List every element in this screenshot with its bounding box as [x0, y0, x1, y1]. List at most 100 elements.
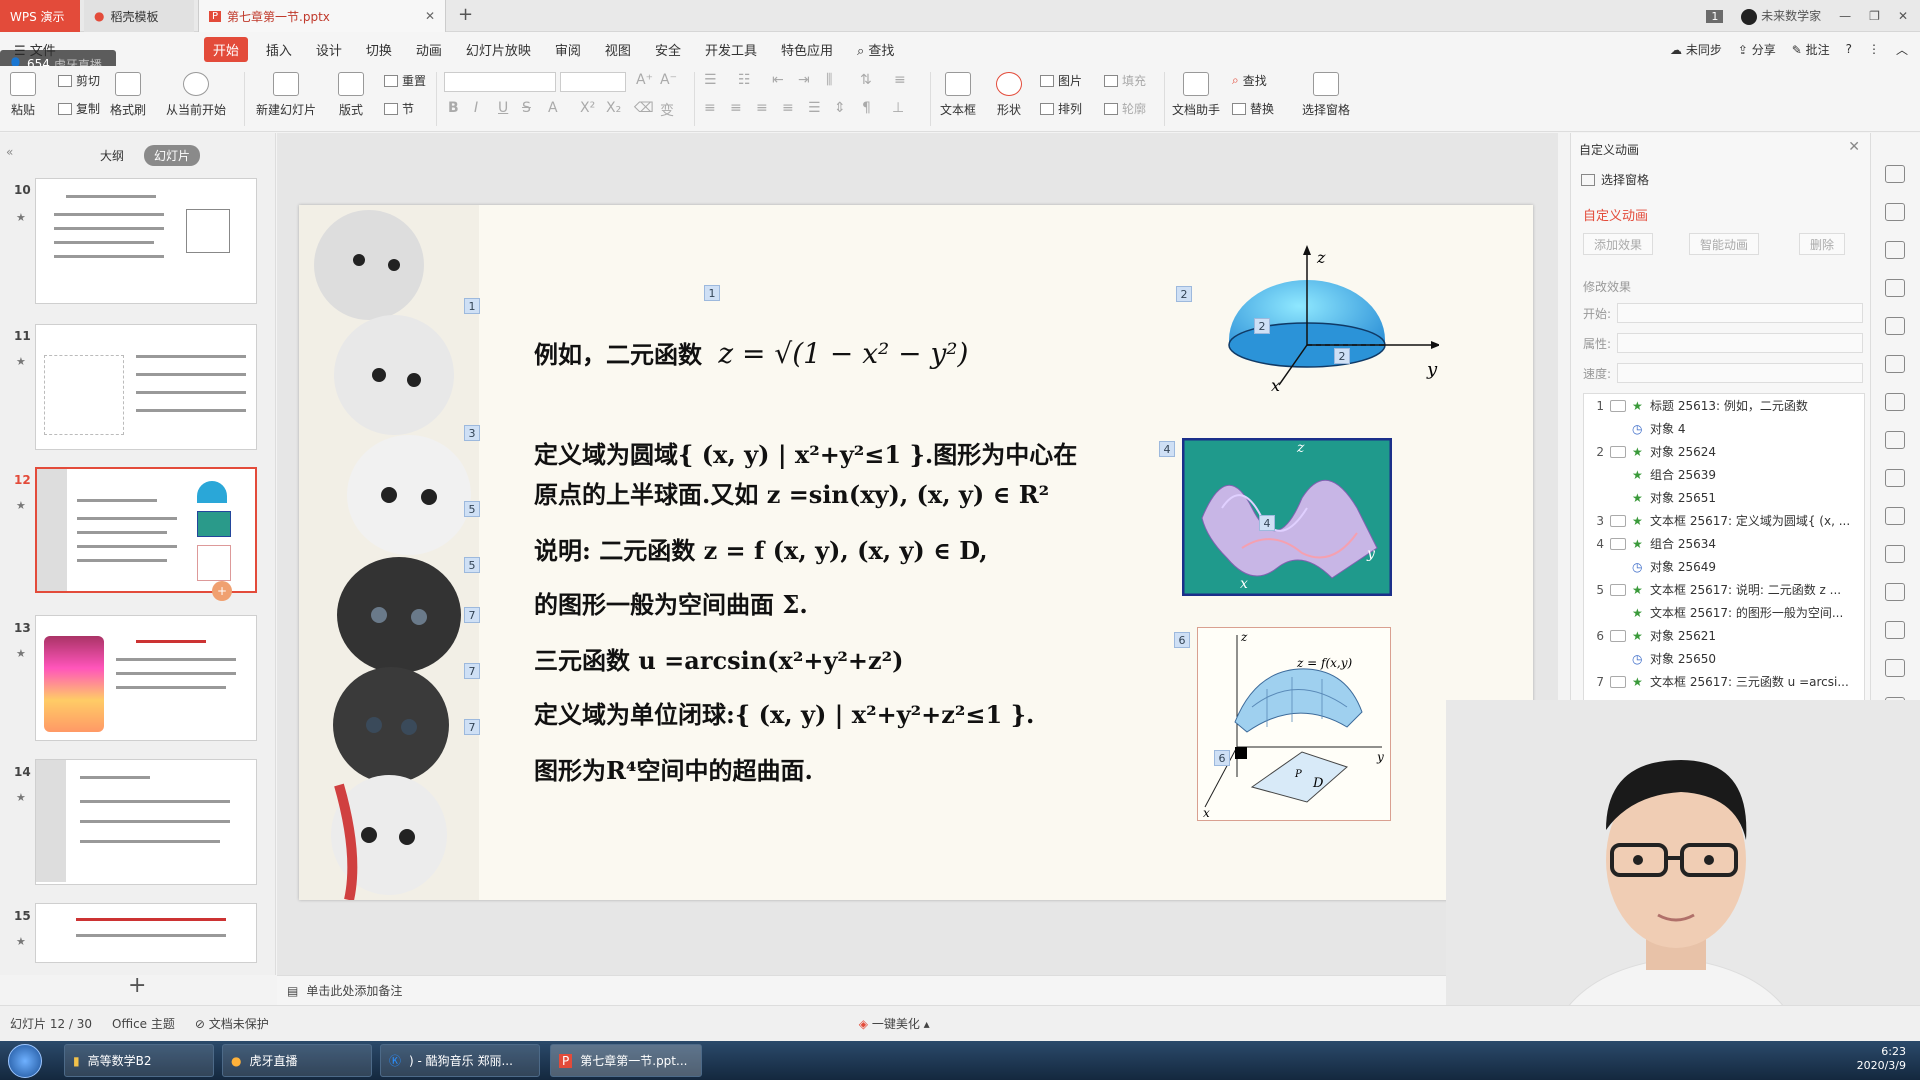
- delete-effect-button[interactable]: 删除: [1799, 233, 1846, 255]
- slide-thumbnail-13[interactable]: [35, 615, 257, 741]
- close-tab-icon[interactable]: ✕: [425, 9, 435, 23]
- export-icon[interactable]: [1885, 507, 1905, 525]
- taskbar-item-kugou[interactable]: Ⓚ) - 酷狗音乐 郑丽...: [380, 1044, 540, 1077]
- doc-helper-button[interactable]: 文档助手: [1172, 72, 1220, 118]
- indent-icon[interactable]: ⇥: [798, 72, 810, 88]
- tab-outline[interactable]: 大纲: [90, 145, 134, 166]
- animation-item[interactable]: 2 ★ 对象 25624: [1584, 440, 1864, 463]
- animation-item[interactable]: 5 ★ 文本框 25617: 说明: 二元函数 z ...: [1584, 578, 1864, 601]
- font-family-select[interactable]: [444, 72, 556, 92]
- columns-icon[interactable]: ⫼: [826, 72, 832, 88]
- share-button[interactable]: ⇪ 分享: [1738, 41, 1776, 58]
- sync-status[interactable]: ☁ 未同步: [1670, 41, 1722, 58]
- more-icon[interactable]: ⋮: [1868, 42, 1880, 56]
- animation-item[interactable]: 3 ★ 文本框 25617: 定义域为圆域{ (x, ...: [1584, 509, 1864, 532]
- picture-button[interactable]: 图片: [1040, 72, 1082, 89]
- slide-thumbnail-15[interactable]: [35, 903, 257, 963]
- add-effect-button[interactable]: 添加效果: [1583, 233, 1654, 255]
- restore-icon[interactable]: ❐: [1869, 9, 1880, 23]
- add-slide-button[interactable]: +: [128, 973, 146, 998]
- slide-thumbnail-10[interactable]: [35, 178, 257, 304]
- shrink-font-icon[interactable]: A⁻: [660, 72, 677, 88]
- tab-template[interactable]: ● 稻壳模板: [84, 0, 194, 32]
- menu-animation[interactable]: 动画: [404, 40, 454, 59]
- animation-item[interactable]: ◷ 对象 25650: [1584, 647, 1864, 670]
- line-spacing-icon[interactable]: ≡: [894, 72, 906, 88]
- notification-badge[interactable]: 1: [1706, 9, 1724, 23]
- cut-button[interactable]: 剪切: [58, 72, 100, 89]
- textbox-button[interactable]: 文本框: [940, 72, 976, 118]
- select-pane-button[interactable]: 选择窗格: [1302, 72, 1350, 118]
- help-icon[interactable]: ?: [1846, 42, 1852, 56]
- menu-slideshow[interactable]: 幻灯片放映: [454, 40, 543, 59]
- play-from-current-button[interactable]: 从当前开始: [166, 72, 226, 118]
- new-tab-button[interactable]: +: [458, 4, 473, 25]
- animation-item[interactable]: 7 ★ 文本框 25617: 三元函数 u =arcsi...: [1584, 670, 1864, 693]
- menu-search[interactable]: ⌕ 查找: [845, 40, 906, 59]
- font-size-select[interactable]: [560, 72, 626, 92]
- align-center-icon[interactable]: ≡: [730, 100, 742, 116]
- shield-icon[interactable]: [1885, 659, 1905, 677]
- animation-item[interactable]: ★ 对象 25651: [1584, 486, 1864, 509]
- box-icon[interactable]: [1885, 545, 1905, 563]
- tab-wps-app[interactable]: WPS 演示: [0, 0, 80, 32]
- clear-format-icon[interactable]: ⌫: [634, 100, 654, 116]
- replace-button[interactable]: 替换: [1232, 100, 1274, 117]
- section-button[interactable]: 节: [384, 100, 414, 117]
- system-tray[interactable]: 6:23 2020/3/9: [1857, 1045, 1906, 1073]
- reset-button[interactable]: 重置: [384, 72, 426, 89]
- start-button[interactable]: [8, 1044, 42, 1078]
- picture-icon[interactable]: [1885, 583, 1905, 601]
- comment-button[interactable]: ✎ 批注: [1792, 41, 1830, 58]
- menu-security[interactable]: 安全: [643, 40, 693, 59]
- taskbar-item-huya[interactable]: ● 虎牙直播: [222, 1044, 372, 1077]
- taskbar-item-wps[interactable]: P 第七章第一节.ppt...: [550, 1044, 702, 1077]
- find-button[interactable]: ⌕ 查找: [1232, 72, 1267, 89]
- start-select[interactable]: [1617, 303, 1863, 323]
- copy-button[interactable]: 复制: [58, 100, 100, 117]
- menu-insert[interactable]: 插入: [254, 40, 304, 59]
- notes-bar[interactable]: ▤ 单击此处添加备注: [277, 975, 1558, 1005]
- bullet-list-icon[interactable]: ☰: [704, 72, 717, 88]
- align-right-icon[interactable]: ≡: [756, 100, 768, 116]
- animation-item[interactable]: 1 ★ 标题 25613: 例如，二元函数: [1584, 394, 1864, 417]
- char-spacing-icon[interactable]: 变: [660, 100, 674, 120]
- property-select[interactable]: [1617, 333, 1863, 353]
- superscript-icon[interactable]: X²: [580, 100, 595, 116]
- slide-canvas[interactable]: 1 1 例如，二元函数 z = √(1 − x² − y²) 3 定义域为圆域{…: [299, 205, 1533, 900]
- collapse-panel-icon[interactable]: «: [6, 145, 13, 159]
- layers-icon[interactable]: [1885, 203, 1905, 221]
- shape-button[interactable]: 形状: [996, 72, 1022, 118]
- select-pane-link[interactable]: 选择窗格: [1581, 171, 1649, 188]
- arrange-button[interactable]: 排列: [1040, 100, 1082, 117]
- add-slide-icon[interactable]: +: [212, 581, 232, 601]
- user-account[interactable]: 未来数学家: [1741, 7, 1821, 25]
- text-direction-icon[interactable]: ⇅: [860, 72, 872, 88]
- chart-icon[interactable]: [1885, 393, 1905, 411]
- new-slide-button[interactable]: 新建幻灯片: [256, 72, 316, 118]
- minimize-icon[interactable]: —: [1839, 9, 1851, 23]
- shape-style-icon[interactable]: [1885, 241, 1905, 259]
- fill-bucket-icon[interactable]: [1885, 355, 1905, 373]
- menu-home[interactable]: 开始: [203, 36, 248, 62]
- sliders-icon[interactable]: [1885, 431, 1905, 449]
- numbered-list-icon[interactable]: ☷: [738, 72, 751, 88]
- paragraph-spacing-icon[interactable]: ⇕: [834, 100, 846, 116]
- menu-transition[interactable]: 切换: [354, 40, 404, 59]
- panel-title[interactable]: 自定义动画: [1579, 141, 1639, 158]
- menu-view[interactable]: 视图: [593, 40, 643, 59]
- outline-button[interactable]: 轮廓: [1104, 100, 1146, 117]
- strikethrough-icon[interactable]: S: [522, 100, 531, 116]
- animation-item[interactable]: 6 ★ 对象 25621: [1584, 624, 1864, 647]
- menu-design[interactable]: 设计: [304, 40, 354, 59]
- beautify-button[interactable]: ◈ 一键美化 ▴: [859, 1015, 930, 1032]
- paragraph-icon[interactable]: ¶: [862, 100, 871, 116]
- animation-item[interactable]: ◷ 对象 25649: [1584, 555, 1864, 578]
- tab-document[interactable]: P 第七章第一节.pptx ✕: [198, 0, 446, 32]
- menu-developer[interactable]: 开发工具: [693, 40, 769, 59]
- format-painter-button[interactable]: 格式刷: [110, 72, 146, 118]
- tab-slides[interactable]: 幻灯片: [144, 145, 201, 166]
- distribute-icon[interactable]: ☰: [808, 100, 821, 116]
- underline-icon[interactable]: U: [498, 100, 508, 116]
- outdent-icon[interactable]: ⇤: [772, 72, 784, 88]
